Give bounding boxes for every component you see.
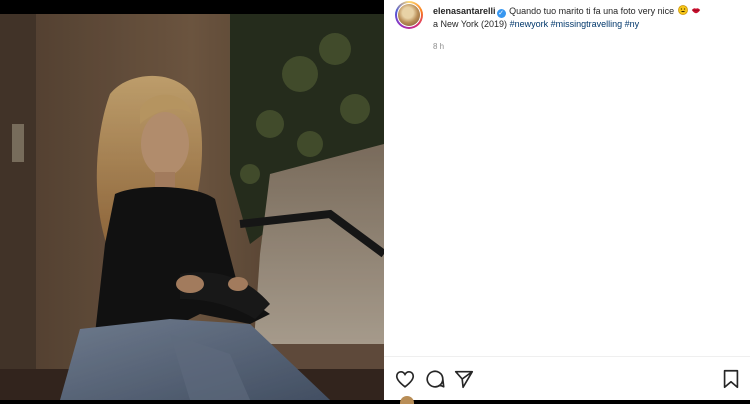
grinning-face-icon — [677, 5, 688, 15]
post-info-panel: elenasantarelli ✓ Quando tuo marito ti fa… — [384, 0, 750, 404]
avatar[interactable] — [395, 1, 423, 29]
post-actions-bar — [384, 356, 750, 401]
comment-icon[interactable] — [424, 368, 446, 390]
post-caption: elenasantarelli ✓ Quando tuo marito ti fa… — [433, 5, 743, 30]
hashtag-link[interactable]: #ny — [625, 19, 640, 29]
caption-location: a New York (2019) — [433, 19, 508, 29]
post-viewer: elenasantarelli ✓ Quando tuo marito ti fa… — [0, 0, 750, 404]
share-icon[interactable] — [453, 368, 475, 390]
liker-avatar — [400, 396, 414, 404]
photo-image — [0, 14, 384, 400]
heart-icon[interactable] — [394, 368, 416, 390]
post-photo[interactable] — [0, 14, 384, 400]
hashtag-link[interactable]: #missingtravelling — [551, 19, 623, 29]
avatar-image — [398, 4, 420, 26]
verified-badge-icon: ✓ — [496, 9, 506, 18]
username-link[interactable]: elenasantarelli — [433, 6, 496, 16]
bookmark-icon[interactable] — [720, 368, 742, 390]
lips-icon — [691, 8, 701, 14]
post-timestamp[interactable]: 8 h — [433, 42, 444, 51]
caption-text: Quando tuo marito ti fa una foto very ni… — [509, 6, 675, 16]
hashtag-link[interactable]: #newyork — [510, 19, 549, 29]
